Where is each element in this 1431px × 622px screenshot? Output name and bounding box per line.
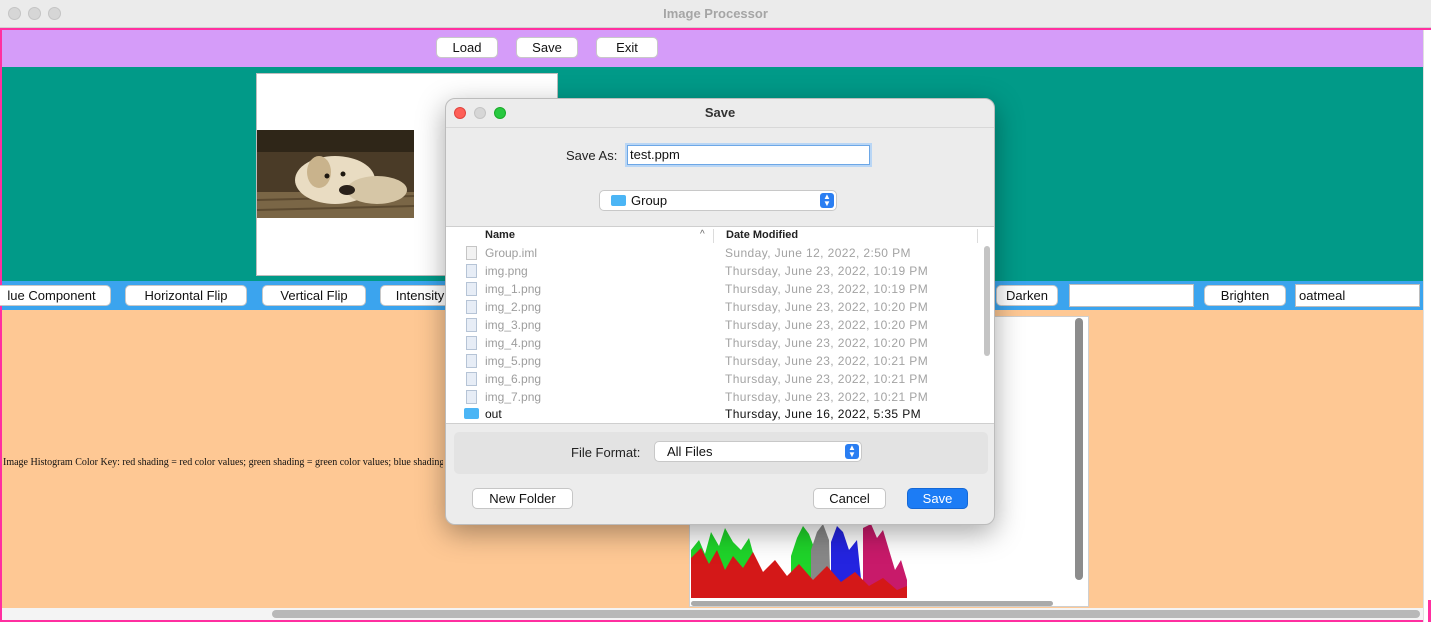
file-date: Thursday, June 23, 2022, 10:19 PM <box>725 282 929 296</box>
file-name: img_6.png <box>485 372 542 386</box>
file-format-label: File Format: <box>571 445 641 460</box>
location-value: Group <box>631 193 668 208</box>
file-row[interactable]: img_2.png Thursday, June 23, 2022, 10:20… <box>446 299 981 317</box>
file-list[interactable]: Name ^ Date Modified Group.iml Sunday, J… <box>446 226 994 424</box>
image-file-icon <box>466 264 477 278</box>
load-button[interactable]: Load <box>436 37 498 58</box>
new-folder-button[interactable]: New Folder <box>472 488 573 509</box>
column-divider <box>977 229 978 243</box>
file-date: Sunday, June 12, 2022, 2:50 PM <box>725 246 911 260</box>
file-format-select[interactable]: All Files ▲ ▼ <box>654 441 862 462</box>
toolbar: Load Save Exit <box>2 30 1423 67</box>
right-edge <box>1423 30 1431 622</box>
histogram-chart <box>691 520 907 598</box>
blue-component-button[interactable]: lue Component <box>0 285 111 306</box>
main-horizontal-scrollbar[interactable] <box>272 610 1420 618</box>
brighten-button[interactable]: Brighten <box>1204 285 1286 306</box>
file-row[interactable]: img_3.png Thursday, June 23, 2022, 10:20… <box>446 317 981 335</box>
window-title: Image Processor <box>663 6 768 21</box>
file-name: out <box>485 407 502 421</box>
column-divider <box>713 229 714 243</box>
histogram-color-key: Image Histogram Color Key: red shading =… <box>3 457 443 468</box>
horizontal-flip-button[interactable]: Horizontal Flip <box>125 285 247 306</box>
select-stepper-icon: ▲ ▼ <box>845 444 859 459</box>
exit-button[interactable]: Exit <box>596 37 658 58</box>
dialog-save-button[interactable]: Save <box>907 488 968 509</box>
file-name: img_7.png <box>485 390 542 404</box>
darken-amount-input[interactable] <box>1069 284 1194 307</box>
dialog-title: Save <box>704 105 736 120</box>
file-name: img_5.png <box>485 354 542 368</box>
histogram-horizontal-scrollbar[interactable] <box>691 601 1053 606</box>
file-name: img_2.png <box>485 300 542 314</box>
file-date: Thursday, June 23, 2022, 10:20 PM <box>725 300 929 314</box>
file-date: Thursday, June 23, 2022, 10:21 PM <box>725 372 929 386</box>
file-row[interactable]: out Thursday, June 16, 2022, 5:35 PM <box>446 406 981 424</box>
darken-button[interactable]: Darken <box>996 285 1058 306</box>
image-file-icon <box>466 300 477 314</box>
loaded-image <box>257 130 414 218</box>
file-row[interactable]: img_1.png Thursday, June 23, 2022, 10:19… <box>446 281 981 299</box>
vertical-flip-button[interactable]: Vertical Flip <box>262 285 366 306</box>
save-button[interactable]: Save <box>516 37 578 58</box>
folder-icon <box>464 408 479 419</box>
dialog-title-separator <box>446 127 994 128</box>
file-name: img_4.png <box>485 336 542 350</box>
folder-icon <box>611 195 626 206</box>
document-icon <box>466 246 477 260</box>
file-name: img_3.png <box>485 318 542 332</box>
brighten-amount-input[interactable]: oatmeal <box>1295 284 1420 307</box>
image-file-icon <box>466 354 477 368</box>
file-date: Thursday, June 23, 2022, 10:21 PM <box>725 390 929 404</box>
file-date: Thursday, June 23, 2022, 10:20 PM <box>725 336 929 350</box>
file-date: Thursday, June 23, 2022, 10:21 PM <box>725 354 929 368</box>
file-date: Thursday, June 23, 2022, 10:19 PM <box>725 264 929 278</box>
image-file-icon <box>466 390 477 404</box>
file-row[interactable]: img_6.png Thursday, June 23, 2022, 10:21… <box>446 371 981 389</box>
image-file-icon <box>466 372 477 386</box>
sort-ascending-icon: ^ <box>700 229 705 240</box>
save-as-input[interactable]: test.ppm <box>627 145 870 165</box>
file-row[interactable]: img.png Thursday, June 23, 2022, 10:19 P… <box>446 263 981 281</box>
column-header-date-modified[interactable]: Date Modified <box>726 229 798 241</box>
window-titlebar: Image Processor <box>0 0 1431 28</box>
save-dialog: Save Save As: test.ppm Group ▲ ▼ Name ^ D… <box>445 98 995 525</box>
save-as-label: Save As: <box>566 148 618 163</box>
location-select[interactable]: Group ▲ ▼ <box>599 190 837 211</box>
file-row[interactable]: Group.iml Sunday, June 12, 2022, 2:50 PM <box>446 245 981 263</box>
file-row[interactable]: img_4.png Thursday, June 23, 2022, 10:20… <box>446 335 981 353</box>
file-date: Thursday, June 23, 2022, 10:20 PM <box>725 318 929 332</box>
column-header-name[interactable]: Name <box>485 229 515 241</box>
cancel-button[interactable]: Cancel <box>813 488 886 509</box>
image-file-icon <box>466 318 477 332</box>
file-name: Group.iml <box>485 246 538 260</box>
file-format-value: All Files <box>667 444 713 459</box>
file-row[interactable]: img_7.png Thursday, June 23, 2022, 10:21… <box>446 389 981 407</box>
file-name: img.png <box>485 264 528 278</box>
file-date: Thursday, June 16, 2022, 5:35 PM <box>725 407 922 421</box>
histogram-vertical-scrollbar[interactable] <box>1075 318 1083 580</box>
image-file-icon <box>466 282 477 296</box>
file-row[interactable]: img_5.png Thursday, June 23, 2022, 10:21… <box>446 353 981 371</box>
select-stepper-icon: ▲ ▼ <box>820 193 834 208</box>
file-list-scrollbar[interactable] <box>984 246 990 356</box>
file-name: img_1.png <box>485 282 542 296</box>
image-file-icon <box>466 336 477 350</box>
